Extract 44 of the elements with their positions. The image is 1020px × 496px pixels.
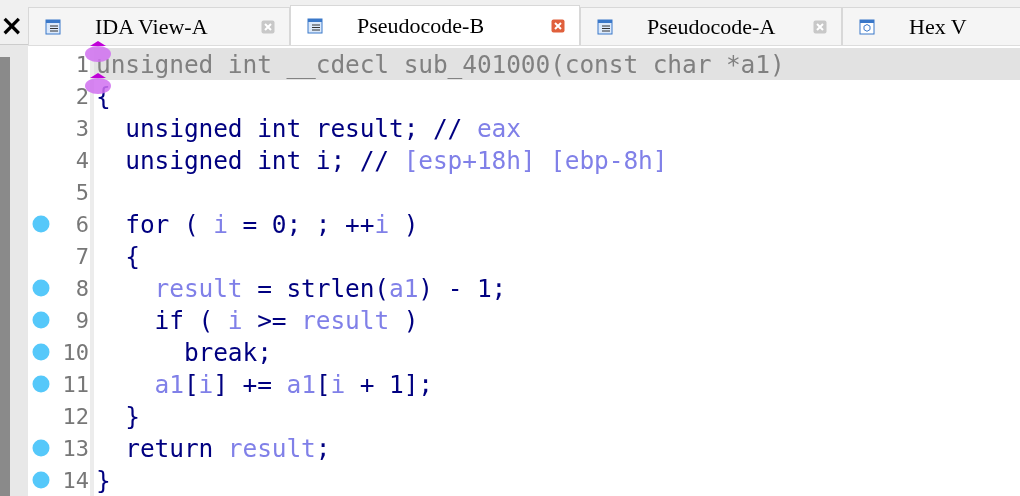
- line-number: 8: [74, 275, 90, 301]
- breakpoint-dot-icon[interactable]: [32, 471, 50, 489]
- document-icon: [307, 17, 323, 34]
- breakpoint-dot-icon[interactable]: [32, 279, 50, 297]
- close-icon[interactable]: [551, 18, 565, 33]
- line-number: 12: [61, 403, 90, 429]
- code-line: for ( i = 0; ; ++i ): [124, 208, 420, 240]
- code-line: }: [95, 464, 112, 496]
- line-number: 3: [74, 115, 90, 141]
- line-number: 9: [74, 307, 90, 333]
- code-line: break;: [182, 336, 273, 368]
- code-line: a1[i] += a1[i + 1];: [153, 368, 434, 400]
- breakpoint-dot-icon[interactable]: [32, 375, 50, 393]
- tab[interactable]: Pseudocode-B: [290, 5, 580, 45]
- line-number: 1: [74, 51, 90, 77]
- document-icon: [597, 18, 613, 35]
- breakpoint-dot-icon[interactable]: [32, 311, 50, 329]
- breakpoint-dot-icon[interactable]: [32, 439, 50, 457]
- line-number: 7: [74, 243, 90, 269]
- scrollbar-thumb[interactable]: [0, 57, 10, 496]
- code-line: return result;: [124, 432, 332, 464]
- tab[interactable]: Pseudocode-A: [580, 7, 842, 45]
- breakpoint-dot-icon[interactable]: [32, 215, 50, 233]
- line-number: 11: [61, 371, 90, 397]
- tab[interactable]: Hex V: [842, 7, 1020, 45]
- line-number: 5: [74, 179, 90, 205]
- line-number: 13: [61, 435, 90, 461]
- code-line: result = strlen(a1) - 1;: [153, 272, 508, 304]
- line-number: 2: [74, 83, 90, 109]
- code-line: }: [124, 400, 141, 432]
- code-line: {: [95, 80, 112, 112]
- code-line: unsigned int i; // [esp+18h] [ebp-8h]: [124, 144, 669, 176]
- line-number: 14: [61, 467, 90, 493]
- line-number: 10: [61, 339, 90, 365]
- tab[interactable]: IDA View-A: [28, 7, 290, 45]
- breakpoint-dot-icon[interactable]: [32, 343, 50, 361]
- line-number: 4: [74, 147, 90, 173]
- code-line: {: [124, 240, 141, 272]
- line-number: 6: [74, 211, 90, 237]
- code-line: if ( i >= result ): [153, 304, 420, 336]
- code-line: unsigned int result; // eax: [124, 112, 522, 144]
- close-icon[interactable]: [813, 19, 827, 34]
- close-icon[interactable]: [261, 19, 275, 34]
- document-icon: [45, 18, 61, 35]
